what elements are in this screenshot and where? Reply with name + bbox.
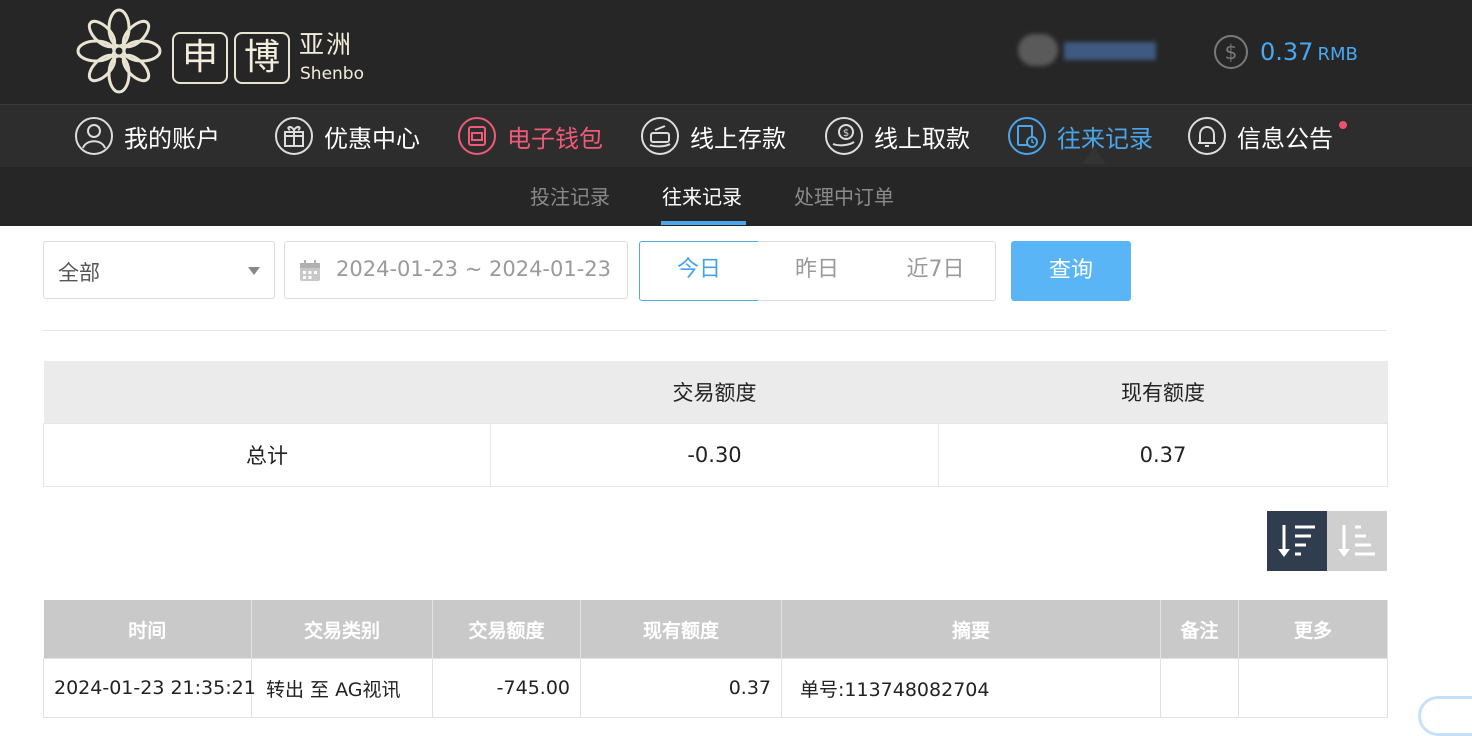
records-table: 时间 交易类别 交易额度 现有额度 摘要 备注 更多 2024-01-23 21… bbox=[43, 600, 1388, 718]
username-blurred[interactable] bbox=[1018, 30, 1156, 68]
col-header-note[interactable]: 备注 bbox=[1160, 600, 1239, 659]
calendar-icon bbox=[300, 260, 320, 281]
logo-char-bo: 博 bbox=[234, 32, 290, 84]
logo-text-cn: 亚洲 bbox=[299, 30, 354, 59]
nav-item-transaction-records[interactable]: 往来记录 bbox=[1007, 105, 1153, 167]
logo-char-shen: 申 bbox=[172, 32, 228, 84]
user-icon bbox=[75, 117, 113, 155]
summary-table: 交易额度 现有额度 总计 -0.30 0.37 bbox=[43, 361, 1388, 487]
cell-more[interactable] bbox=[1238, 658, 1388, 718]
site-header: 申 博 亚洲 Shenbo $ 0.37 RMB bbox=[0, 0, 1472, 104]
nav-label: 线上取款 bbox=[874, 124, 970, 153]
withdraw-icon: $ bbox=[825, 117, 863, 155]
dropdown-arrow-icon bbox=[248, 267, 260, 275]
cell-amount: -745.00 bbox=[432, 658, 581, 718]
svg-text:$: $ bbox=[1225, 40, 1238, 64]
col-header-time[interactable]: 时间 bbox=[43, 600, 252, 659]
col-header-summary[interactable]: 摘要 bbox=[781, 600, 1161, 659]
yesterday-button[interactable]: 昨日 bbox=[758, 241, 877, 301]
date-range-picker[interactable]: 2024-01-23 ~ 2024-01-23 bbox=[284, 241, 628, 299]
query-button[interactable]: 查询 bbox=[1011, 241, 1131, 301]
svg-text:$: $ bbox=[843, 128, 849, 139]
cell-time: 2024-01-23 21:35:21 bbox=[43, 658, 256, 718]
total-trade-amount: -0.30 bbox=[490, 423, 939, 487]
nav-label: 优惠中心 bbox=[324, 124, 420, 153]
records-icon bbox=[1008, 117, 1046, 155]
main-nav: 我的账户 优惠中心 电子钱包 线上存款 $ 线上取款 往来记录 信息公告 bbox=[0, 104, 1472, 167]
col-header-amount[interactable]: 交易额度 bbox=[432, 600, 581, 659]
logo-flower-icon bbox=[76, 8, 162, 94]
sort-descending-button[interactable] bbox=[1267, 511, 1327, 571]
summary-header-row: 交易额度 现有额度 bbox=[43, 361, 1388, 424]
col-header-type[interactable]: 交易类别 bbox=[251, 600, 433, 659]
balance-amount: 0.37 bbox=[1260, 38, 1314, 66]
active-nav-caret bbox=[1082, 146, 1106, 164]
logo-text-en: Shenbo bbox=[300, 64, 364, 84]
table-row[interactable]: 2024-01-23 21:35:21 转出 至 AG视讯 -745.00 0.… bbox=[43, 658, 1388, 718]
cell-note bbox=[1160, 658, 1239, 718]
today-button[interactable]: 今日 bbox=[639, 241, 759, 301]
sort-ascending-icon bbox=[1338, 525, 1375, 557]
cell-type: 转出 至 AG视讯 bbox=[251, 658, 433, 718]
bell-icon bbox=[1188, 117, 1226, 155]
last-7-days-button[interactable]: 近7日 bbox=[876, 241, 996, 301]
divider bbox=[43, 330, 1387, 331]
nav-label: 线上存款 bbox=[690, 124, 786, 153]
summary-header-trade-amount: 交易额度 bbox=[490, 361, 939, 424]
nav-item-promotions[interactable]: 优惠中心 bbox=[274, 105, 420, 167]
nav-item-e-wallet[interactable]: 电子钱包 bbox=[457, 105, 603, 167]
total-balance: 0.37 bbox=[938, 423, 1388, 487]
col-header-balance[interactable]: 现有额度 bbox=[580, 600, 782, 659]
wallet-icon bbox=[458, 117, 496, 155]
cell-summary: 单号:113748082704 bbox=[781, 658, 1161, 718]
nav-item-my-account[interactable]: 我的账户 bbox=[74, 105, 220, 167]
tab-pending-orders[interactable]: 处理中订单 bbox=[794, 181, 894, 210]
notification-dot bbox=[1339, 121, 1347, 129]
select-value: 全部 bbox=[58, 261, 100, 285]
col-header-more[interactable]: 更多 bbox=[1238, 600, 1388, 659]
summary-header-balance: 现有额度 bbox=[938, 361, 1388, 424]
nav-item-announcements[interactable]: 信息公告 bbox=[1187, 105, 1347, 167]
floating-widget-edge[interactable] bbox=[1418, 696, 1472, 736]
tab-bet-records[interactable]: 投注记录 bbox=[530, 181, 610, 210]
nav-item-online-withdraw[interactable]: $ 线上取款 bbox=[824, 105, 970, 167]
dollar-coin-icon: $ bbox=[1214, 35, 1248, 69]
date-range-value: 2024-01-23 ~ 2024-01-23 bbox=[336, 257, 612, 281]
summary-total-row: 总计 -0.30 0.37 bbox=[43, 423, 1388, 487]
sort-ascending-button[interactable] bbox=[1327, 511, 1387, 571]
nav-label: 我的账户 bbox=[124, 124, 220, 153]
gift-icon bbox=[275, 117, 313, 155]
nav-label: 电子钱包 bbox=[507, 124, 603, 153]
sort-descending-icon bbox=[1278, 525, 1315, 557]
balance-display: 0.37 RMB bbox=[1260, 36, 1358, 71]
transaction-type-select[interactable]: 全部 bbox=[43, 241, 275, 299]
cell-balance: 0.37 bbox=[580, 658, 782, 718]
active-tab-underline bbox=[661, 221, 746, 225]
nav-item-online-deposit[interactable]: 线上存款 bbox=[640, 105, 786, 167]
balance-unit: RMB bbox=[1317, 44, 1358, 65]
records-header-row: 时间 交易类别 交易额度 现有额度 摘要 备注 更多 bbox=[43, 600, 1388, 659]
total-label: 总计 bbox=[43, 423, 491, 487]
nav-label: 信息公告 bbox=[1237, 124, 1333, 153]
tab-transaction-records[interactable]: 往来记录 bbox=[662, 181, 742, 210]
deposit-icon bbox=[641, 117, 679, 155]
sub-nav: 投注记录 往来记录 处理中订单 bbox=[0, 167, 1472, 226]
summary-header-blank bbox=[43, 361, 491, 424]
